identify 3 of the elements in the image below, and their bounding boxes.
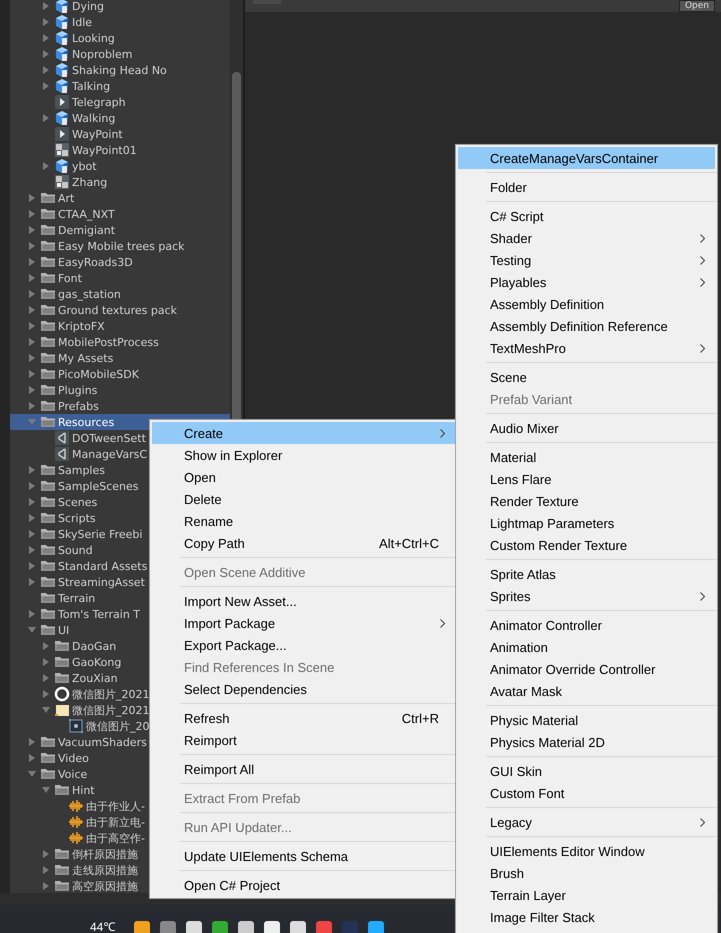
temperature-text: 44℃ bbox=[90, 919, 116, 933]
shortcut-text: Alt+Ctrl+C bbox=[379, 536, 440, 550]
shortcut-text: Ctrl+R bbox=[402, 710, 440, 726]
